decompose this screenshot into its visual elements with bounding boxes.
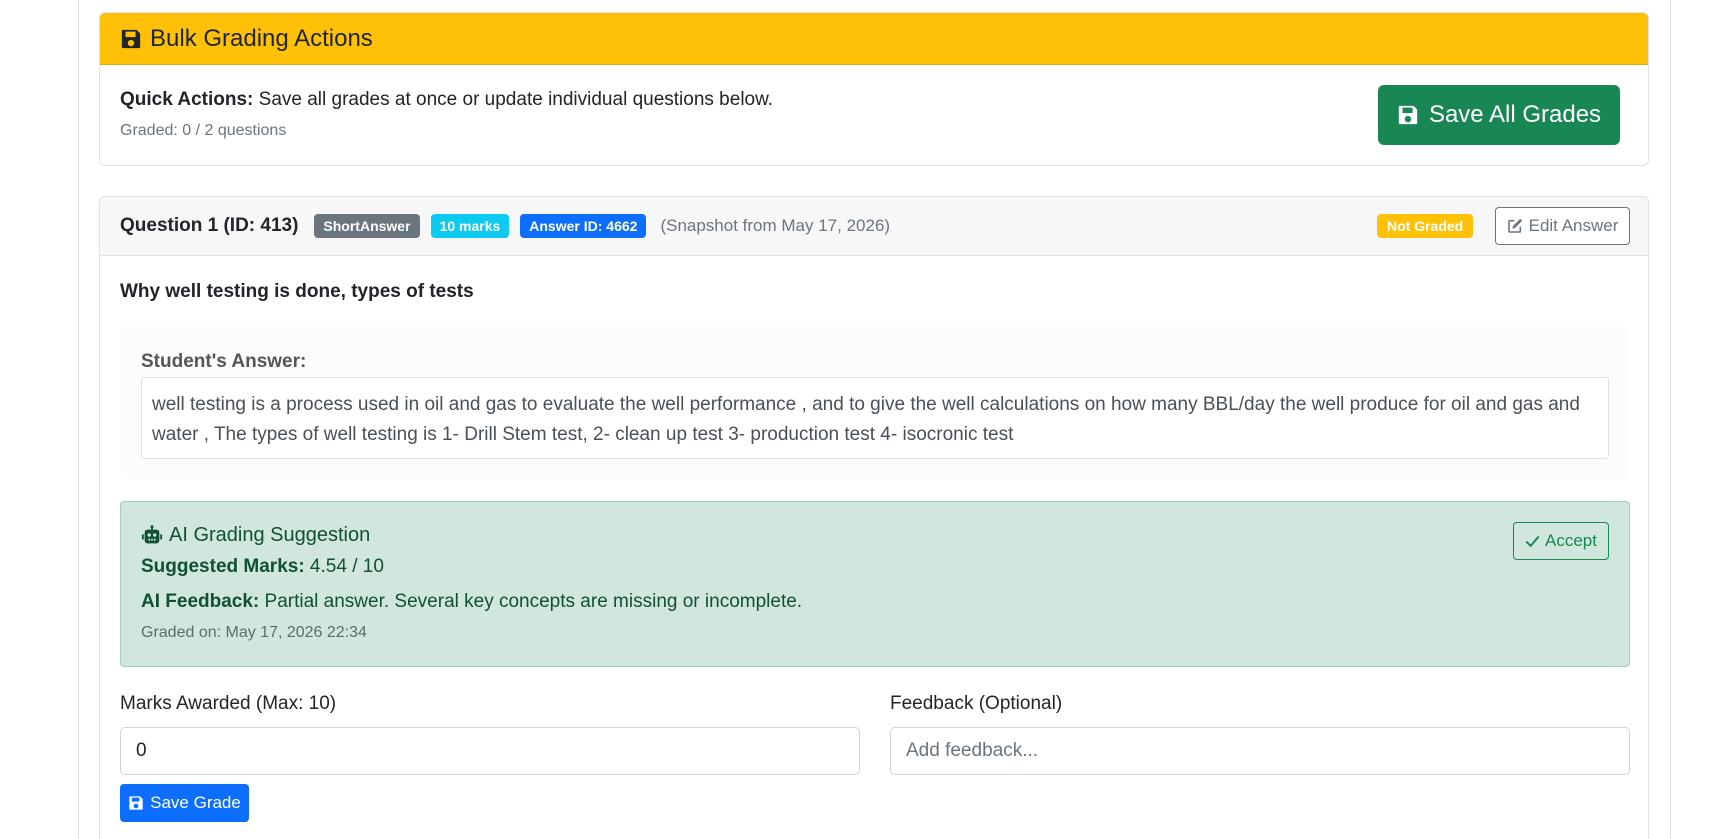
student-answer-text: well testing is a process used in oil an… [141,377,1609,459]
student-answer-section: Student's Answer: well testing is a proc… [120,327,1630,479]
marks-awarded-input[interactable] [120,727,860,775]
student-answer-label: Student's Answer: [141,351,307,372]
status-badge: Not Graded [1377,214,1474,238]
ai-feedback-label: AI Feedback: [141,591,260,612]
quick-actions-description: Save all grades at once or update indivi… [253,89,774,110]
quick-actions-text: Quick Actions: Save all grades at once o… [120,89,773,111]
robot-icon [141,524,163,547]
ai-suggestion-box: AI Grading Suggestion Suggested Marks: 4… [120,501,1630,667]
marks-awarded-label: Marks Awarded (Max: 10) [120,693,337,714]
quick-actions-label: Quick Actions: [120,89,254,110]
graded-count: Graded: 0 / 2 questions [120,122,287,139]
question-marks-badge: 10 marks [430,214,510,238]
save-all-grades-button[interactable]: Save All Grades [1378,85,1620,145]
question-type-badge: ShortAnswer [314,214,420,238]
accept-label: Accept [1545,531,1597,550]
question-card: Question 1 (ID: 413) ShortAnswer 10 mark… [99,196,1649,839]
bulk-grading-header: Bulk Grading Actions [100,13,1648,65]
edit-answer-label: Edit Answer [1528,216,1619,235]
question-header: Question 1 (ID: 413) ShortAnswer 10 mark… [100,197,1648,256]
edit-answer-button[interactable]: Edit Answer [1495,207,1630,245]
save-icon [128,795,144,811]
snapshot-date: (Snapshot from May 17, 2026) [660,216,891,235]
ai-suggestion-title: AI Grading Suggestion [169,524,371,546]
ai-feedback: AI Feedback: Partial answer. Several key… [141,591,802,613]
bulk-grading-body: Quick Actions: Save all grades at once o… [100,65,1648,165]
check-icon [1525,534,1540,549]
save-grade-button[interactable]: Save Grade [120,784,249,822]
answer-id-badge: Answer ID: 4662 [520,214,647,238]
save-icon [1397,104,1419,126]
bulk-grading-title: Bulk Grading Actions [150,24,373,52]
question-title: Question 1 (ID: 413) [120,215,299,236]
save-icon [120,28,142,50]
save-grade-label: Save Grade [150,793,241,812]
suggested-marks-value: 4.54 / 10 [304,556,384,577]
save-all-grades-label: Save All Grades [1428,101,1602,128]
ai-graded-on: Graded on: May 17, 2026 22:34 [141,624,367,641]
ai-suggestion-title-row: AI Grading Suggestion [141,524,370,547]
feedback-input[interactable] [890,727,1630,775]
ai-feedback-value: Partial answer. Several key concepts are… [259,591,803,612]
feedback-label: Feedback (Optional) [890,693,1063,714]
edit-icon [1507,218,1523,234]
question-prompt: Why well testing is done, types of tests [120,281,474,302]
bulk-grading-card: Bulk Grading Actions Quick Actions: Save… [99,12,1649,166]
suggested-marks: Suggested Marks: 4.54 / 10 [141,556,384,578]
accept-suggestion-button[interactable]: Accept [1513,522,1609,560]
suggested-marks-label: Suggested Marks: [141,556,305,577]
